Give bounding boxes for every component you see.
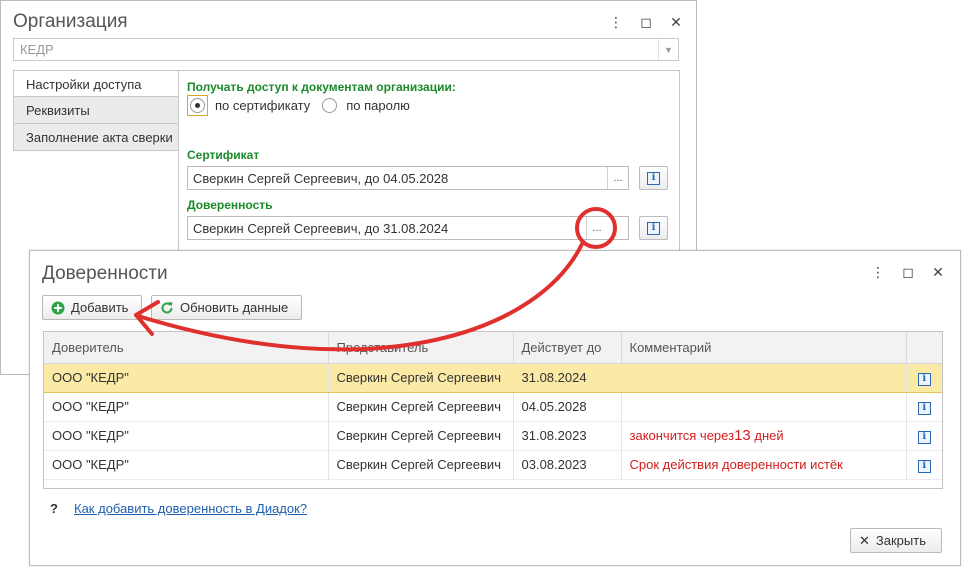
power-of-attorney-table: Доверитель Представитель Действует до Ко… [43, 331, 943, 489]
help-icon: ? [50, 501, 58, 516]
column-info [906, 332, 942, 364]
info-icon[interactable]: i [917, 401, 931, 415]
close-icon[interactable]: ✕ [926, 261, 950, 283]
power-of-attorney-field[interactable]: Сверкин Сергей Сергеевич, до 31.08.2024 … [187, 216, 629, 240]
power-of-attorney-value: Сверкин Сергей Сергеевич, до 31.08.2024 [193, 221, 449, 236]
column-comment[interactable]: Комментарий [621, 332, 907, 364]
cell-valid-until: 31.08.2024 [513, 362, 622, 393]
window-title: Организация [13, 11, 128, 32]
help-link[interactable]: Как добавить доверенность в Диадок? [74, 501, 307, 516]
access-label: Получать доступ к документам организации… [187, 80, 456, 94]
info-icon: i [647, 171, 660, 185]
cell-representative: Сверкин Сергей Сергеевич [328, 450, 514, 480]
radio-cert[interactable] [190, 98, 205, 113]
cell-representative: Сверкин Сергей Сергеевич [328, 421, 514, 451]
access-radio-group: по сертификату по паролю [187, 95, 410, 116]
table-row[interactable]: ООО "КЕДР" Сверкин Сергей Сергеевич 31.0… [44, 421, 942, 451]
refresh-icon [160, 301, 174, 315]
plus-circle-icon [51, 301, 65, 315]
certificate-label: Сертификат [187, 148, 260, 162]
cell-info[interactable]: i [906, 421, 942, 451]
cell-principal: ООО "КЕДР" [44, 450, 329, 480]
cell-principal: ООО "КЕДР" [44, 392, 329, 422]
cell-representative: Сверкин Сергей Сергеевич [328, 392, 514, 422]
power-of-attorney-label: Доверенность [187, 198, 273, 212]
info-icon[interactable]: i [917, 372, 931, 386]
cell-principal: ООО "КЕДР" [44, 362, 329, 393]
info-icon[interactable]: i [917, 430, 931, 444]
comment-suffix: дней [750, 428, 784, 443]
certificate-field[interactable]: Сверкин Сергей Сергеевич, до 04.05.2028 … [187, 166, 629, 190]
certificate-value: Сверкин Сергей Сергеевич, до 04.05.2028 [193, 171, 449, 186]
cell-principal: ООО "КЕДР" [44, 421, 329, 451]
table-header: Доверитель Представитель Действует до Ко… [44, 332, 942, 364]
certificate-select-button[interactable]: ... [607, 167, 628, 189]
radio-cert-focus[interactable] [187, 95, 208, 116]
close-button[interactable]: ✕ Закрыть [850, 528, 942, 553]
help-row: ? Как добавить доверенность в Диадок? [50, 501, 307, 516]
tab-reconciliation[interactable]: Заполнение акта сверки [13, 124, 179, 151]
cell-info[interactable]: i [906, 450, 942, 480]
cell-comment [621, 362, 907, 393]
organization-value: КЕДР [20, 42, 54, 57]
more-menu-icon[interactable]: ⋮ [604, 11, 628, 33]
cell-valid-until: 04.05.2028 [513, 392, 622, 422]
info-icon[interactable]: i [917, 459, 931, 473]
window-controls: ⋮ ◻ ✕ [866, 261, 950, 283]
maximize-icon[interactable]: ◻ [634, 11, 658, 33]
table-row[interactable]: ООО "КЕДР" Сверкин Сергей Сергеевич 04.0… [44, 392, 942, 422]
column-representative[interactable]: Представитель [328, 332, 514, 364]
organization-select[interactable]: КЕДР ▼ [13, 38, 679, 61]
info-icon: i [647, 221, 660, 235]
power-of-attorney-window: Доверенности ⋮ ◻ ✕ Добавить Обновить дан… [29, 250, 961, 566]
maximize-icon[interactable]: ◻ [896, 261, 920, 283]
column-principal[interactable]: Доверитель [44, 332, 329, 364]
cell-comment: закончится через13 дней [621, 421, 907, 451]
radio-cert-label[interactable]: по сертификату [215, 98, 310, 113]
radio-password[interactable] [322, 98, 338, 113]
cell-comment: Срок действия доверенности истёк [621, 450, 907, 480]
certificate-info-button[interactable]: i [639, 166, 668, 190]
close-icon: ✕ [859, 532, 870, 548]
close-icon[interactable]: ✕ [664, 11, 688, 33]
refresh-button-label: Обновить данные [180, 300, 289, 315]
days-count: 13 [734, 427, 751, 444]
cell-representative: Сверкин Сергей Сергеевич [328, 362, 514, 393]
tab-details[interactable]: Реквизиты [13, 97, 179, 124]
power-of-attorney-select-button[interactable]: ... [586, 217, 607, 239]
refresh-button[interactable]: Обновить данные [151, 295, 302, 320]
window-controls: ⋮ ◻ ✕ [604, 11, 688, 33]
cell-info[interactable]: i [906, 392, 942, 422]
add-button[interactable]: Добавить [42, 295, 142, 320]
add-button-label: Добавить [71, 300, 129, 315]
table-row[interactable]: ООО "КЕДР" Сверкин Сергей Сергеевич 31.0… [44, 362, 942, 393]
power-of-attorney-info-button[interactable]: i [639, 216, 668, 240]
more-menu-icon[interactable]: ⋮ [866, 261, 890, 283]
cell-info[interactable]: i [906, 362, 942, 393]
chevron-down-icon[interactable]: ▼ [658, 39, 678, 60]
tab-list: Настройки доступа Реквизиты Заполнение а… [13, 70, 179, 151]
table-row[interactable]: ООО "КЕДР" Сверкин Сергей Сергеевич 03.0… [44, 450, 942, 480]
comment-text: закончится через [629, 428, 735, 443]
cell-comment [621, 392, 907, 422]
column-valid-until[interactable]: Действует до [513, 332, 622, 364]
tab-access-settings[interactable]: Настройки доступа [13, 70, 179, 97]
cell-valid-until: 03.08.2023 [513, 450, 622, 480]
radio-password-label[interactable]: по паролю [346, 98, 410, 113]
cell-valid-until: 31.08.2023 [513, 421, 622, 451]
window-title: Доверенности [42, 263, 168, 284]
close-button-label: Закрыть [875, 533, 926, 548]
